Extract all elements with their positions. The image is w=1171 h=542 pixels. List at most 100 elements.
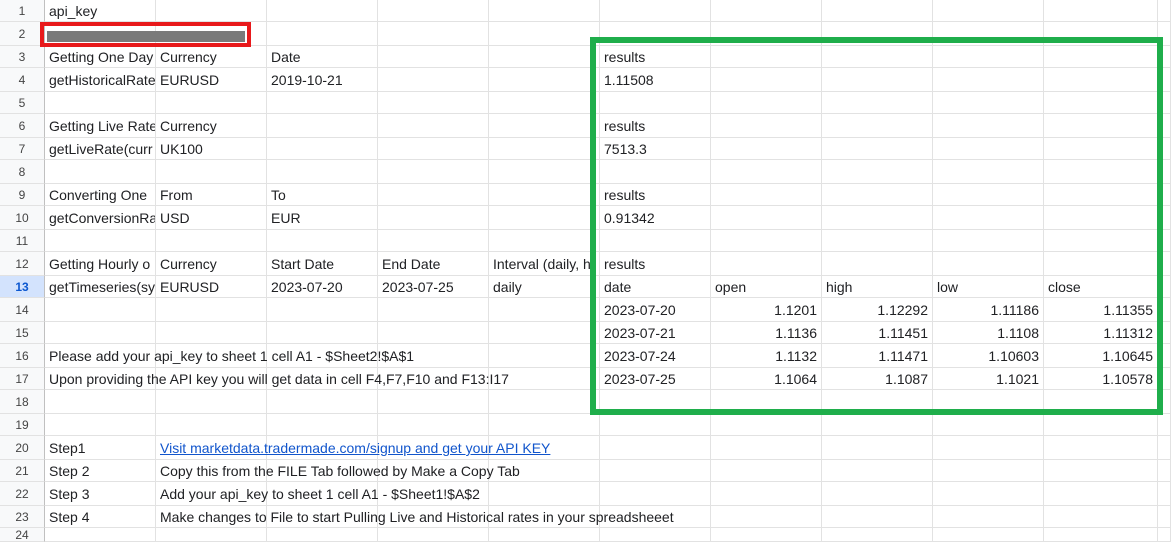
cell-j4[interactable] (1044, 68, 1158, 92)
cell-f2[interactable] (600, 22, 711, 46)
cell-e3[interactable] (489, 46, 600, 68)
cell-j11[interactable] (1044, 230, 1158, 252)
cell-k14[interactable] (1158, 298, 1171, 322)
cell-i5[interactable] (933, 92, 1044, 114)
row-header-6[interactable]: 6 (0, 114, 45, 138)
cell-e1[interactable] (489, 0, 600, 22)
cell-h3[interactable] (822, 46, 933, 68)
cell-h23[interactable] (822, 506, 933, 528)
cell-k15[interactable] (1158, 322, 1171, 344)
cell-g11[interactable] (711, 230, 822, 252)
cell-g1[interactable] (711, 0, 822, 22)
cell-k4[interactable] (1158, 68, 1171, 92)
cell-a1[interactable]: api_key (45, 0, 156, 22)
cell-h9[interactable] (822, 184, 933, 206)
cell-c13[interactable]: 2023-07-20 (267, 276, 378, 298)
cell-d13[interactable]: 2023-07-25 (378, 276, 489, 298)
cell-d2[interactable] (378, 22, 489, 46)
row-header-21[interactable]: 21 (0, 460, 45, 482)
cell-i6[interactable] (933, 114, 1044, 138)
cell-b15[interactable] (156, 322, 267, 344)
cell-k17[interactable] (1158, 368, 1171, 390)
cell-d14[interactable] (378, 298, 489, 322)
cell-h17[interactable]: 1.1087 (822, 368, 933, 390)
cell-f24[interactable] (600, 528, 711, 542)
cell-c11[interactable] (267, 230, 378, 252)
cell-a6[interactable]: Getting Live Rate (45, 114, 156, 138)
cell-j10[interactable] (1044, 206, 1158, 230)
cell-a9[interactable]: Converting One (45, 184, 156, 206)
cell-h20[interactable] (822, 436, 933, 460)
cell-h14[interactable]: 1.12292 (822, 298, 933, 322)
cell-c8[interactable] (267, 160, 378, 184)
cell-k21[interactable] (1158, 460, 1171, 482)
cell-f3[interactable]: results (600, 46, 711, 68)
cell-f15[interactable]: 2023-07-21 (600, 322, 711, 344)
cell-g17[interactable]: 1.1064 (711, 368, 822, 390)
cell-h11[interactable] (822, 230, 933, 252)
cell-e14[interactable] (489, 298, 600, 322)
cell-g19[interactable] (711, 414, 822, 436)
cell-b9[interactable]: From (156, 184, 267, 206)
cell-b7[interactable]: UK100 (156, 138, 267, 160)
row-header-18[interactable]: 18 (0, 390, 45, 414)
cell-a12[interactable]: Getting Hourly o (45, 252, 156, 276)
cell-a23[interactable]: Step 4 (45, 506, 156, 528)
cell-a18[interactable] (45, 390, 156, 414)
cell-c2[interactable] (267, 22, 378, 46)
cell-d18[interactable] (378, 390, 489, 414)
cell-j6[interactable] (1044, 114, 1158, 138)
cell-f4[interactable]: 1.11508 (600, 68, 711, 92)
cell-b5[interactable] (156, 92, 267, 114)
cell-c9[interactable]: To (267, 184, 378, 206)
cell-h13[interactable]: high (822, 276, 933, 298)
cell-j18[interactable] (1044, 390, 1158, 414)
cell-a20[interactable]: Step1 (45, 436, 156, 460)
cell-a5[interactable] (45, 92, 156, 114)
cell-h16[interactable]: 1.11471 (822, 344, 933, 368)
row-header-14[interactable]: 14 (0, 298, 45, 322)
cell-i17[interactable]: 1.1021 (933, 368, 1044, 390)
cell-j23[interactable] (1044, 506, 1158, 528)
cell-e12[interactable]: Interval (daily, h (489, 252, 600, 276)
cell-f21[interactable] (600, 460, 711, 482)
cell-i24[interactable] (933, 528, 1044, 542)
row-header-7[interactable]: 7 (0, 138, 45, 160)
cell-e8[interactable] (489, 160, 600, 184)
cell-g5[interactable] (711, 92, 822, 114)
cell-j14[interactable]: 1.11355 (1044, 298, 1158, 322)
cell-a14[interactable] (45, 298, 156, 322)
cell-a16[interactable]: Please add your api_key to sheet 1 cell … (45, 344, 414, 368)
cell-k20[interactable] (1158, 436, 1171, 460)
cell-h24[interactable] (822, 528, 933, 542)
cell-i1[interactable] (933, 0, 1044, 22)
cell-j5[interactable] (1044, 92, 1158, 114)
cell-b11[interactable] (156, 230, 267, 252)
cell-k16[interactable] (1158, 344, 1171, 368)
cell-h22[interactable] (822, 482, 933, 506)
row-header-4[interactable]: 4 (0, 68, 45, 92)
cell-f13[interactable]: date (600, 276, 711, 298)
cell-b1[interactable] (156, 0, 267, 22)
cell-h19[interactable] (822, 414, 933, 436)
row-header-3[interactable]: 3 (0, 46, 45, 68)
cell-c19[interactable] (267, 414, 378, 436)
cell-e9[interactable] (489, 184, 600, 206)
cell-b24[interactable] (156, 528, 267, 542)
cell-e13[interactable]: daily (489, 276, 600, 298)
cell-e5[interactable] (489, 92, 600, 114)
cell-i11[interactable] (933, 230, 1044, 252)
cell-h2[interactable] (822, 22, 933, 46)
cell-f5[interactable] (600, 92, 711, 114)
cell-k22[interactable] (1158, 482, 1171, 506)
cell-c12[interactable]: Start Date (267, 252, 378, 276)
row-header-1[interactable]: 1 (0, 0, 45, 22)
cell-i3[interactable] (933, 46, 1044, 68)
cell-f1[interactable] (600, 0, 711, 22)
cell-h21[interactable] (822, 460, 933, 482)
cell-a4[interactable]: getHistoricalRate (45, 68, 156, 92)
row-header-15[interactable]: 15 (0, 322, 45, 344)
cell-g8[interactable] (711, 160, 822, 184)
cell-b6[interactable]: Currency (156, 114, 267, 138)
cell-j19[interactable] (1044, 414, 1158, 436)
